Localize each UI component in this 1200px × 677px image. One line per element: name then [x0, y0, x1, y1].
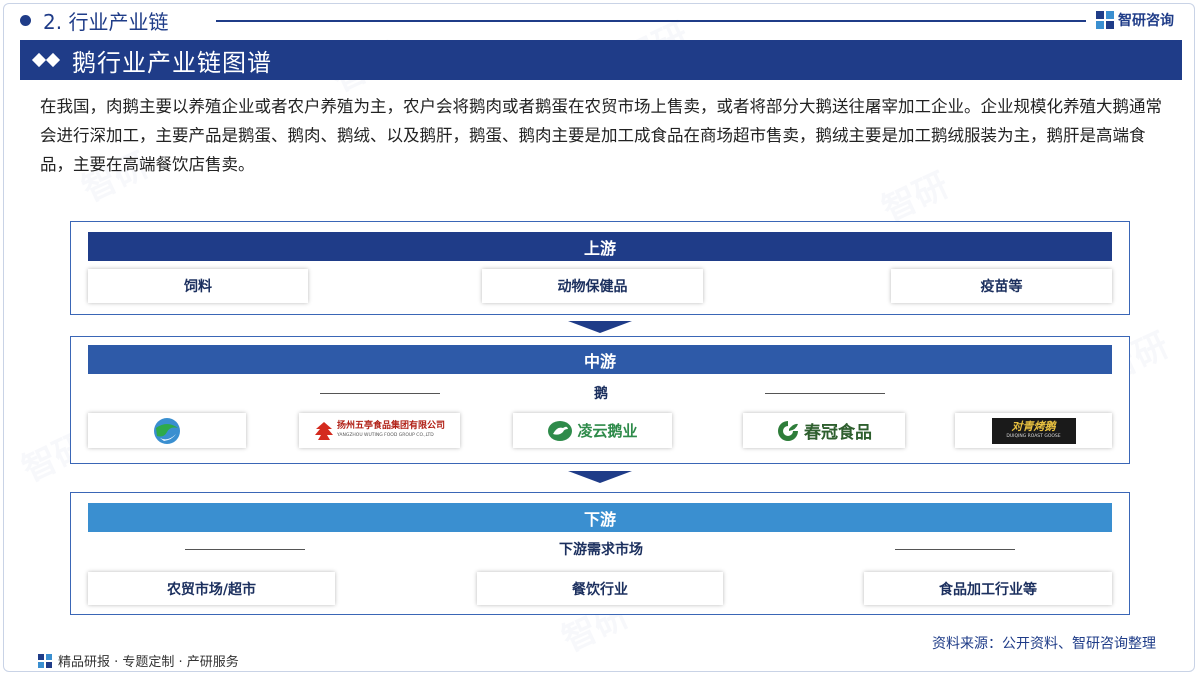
footer-tagline: 精品研报 · 专题定制 · 产研服务 — [38, 651, 239, 670]
company-name-en: DUIQING ROAST GOOSE — [1006, 434, 1061, 439]
company-name: 扬州五亭食品集团有限公司 — [336, 420, 445, 431]
upstream-item: 疫苗等 — [891, 269, 1112, 303]
midstream-header: 中游 — [88, 345, 1112, 374]
company-name: 对青烤鹅 — [1011, 420, 1056, 433]
diamond-icon — [45, 52, 61, 68]
company-name: 春冠食品 — [804, 423, 872, 443]
company-logo-card: 扬州五亭食品集团有限公司 YANGZHOU WUTING FOOD GROUP … — [299, 413, 460, 448]
bullet-dot-icon — [20, 14, 31, 26]
downstream-item: 食品加工行业等 — [864, 572, 1112, 605]
upstream-header: 上游 — [88, 232, 1112, 261]
down-arrow-icon — [568, 471, 632, 483]
down-arrow-icon — [568, 321, 632, 333]
upstream-item: 饲料 — [88, 269, 308, 303]
diamond-icon — [31, 52, 47, 68]
leaf-logo-icon — [778, 420, 798, 441]
divider-line — [185, 549, 305, 550]
banner-title: 鹅行业产业链图谱 — [72, 48, 272, 77]
downstream-item: 餐饮行业 — [477, 572, 723, 605]
duiqing-logo-icon: 对青烤鹅 DUIQING ROAST GOOSE — [991, 417, 1076, 444]
brand-logo: 智研咨询 — [1096, 8, 1174, 32]
divider-line — [320, 393, 440, 394]
downstream-item: 农贸市场/超市 — [88, 572, 335, 605]
company-name-en: YANGZHOU WUTING FOOD GROUP CO.,LTD — [336, 432, 434, 438]
brand-mark-icon — [38, 653, 52, 668]
company-logo-card: 春冠食品 — [743, 413, 905, 448]
company-name: 凌云鹅业 — [577, 422, 638, 440]
title-banner: 鹅行业产业链图谱 — [20, 40, 1182, 80]
midstream-section: 中游 鹅 扬州五亭食品集团有限公司 YANGZHOU WUTING FOOD G… — [70, 336, 1130, 464]
goose-logo-icon — [548, 420, 573, 441]
upstream-item: 动物保健品 — [482, 269, 703, 303]
pagoda-logo-icon — [314, 421, 333, 440]
footer-text: 精品研报 · 专题定制 · 产研服务 — [58, 655, 239, 670]
brand-name: 智研咨询 — [1118, 13, 1174, 29]
section-heading: 2. 行业产业链 — [20, 7, 169, 34]
source-note: 资料来源：公开资料、智研咨询整理 — [932, 636, 1156, 652]
midstream-subtitle: 鹅 — [594, 386, 608, 402]
description-paragraph: 在我国，肉鹅主要以养殖企业或者农户养殖为主，农户会将鹅肉或者鹅蛋在农贸市场上售卖… — [40, 97, 1162, 174]
downstream-section: 下游 下游需求市场 农贸市场/超市 餐饮行业 食品加工行业等 — [70, 492, 1130, 615]
company-logo-card — [88, 413, 246, 448]
company-logo-card: 对青烤鹅 DUIQING ROAST GOOSE — [955, 413, 1112, 448]
downstream-header: 下游 — [88, 503, 1112, 532]
brand-mark-icon — [1096, 11, 1114, 29]
upstream-section: 上游 饲料 动物保健品 疫苗等 — [70, 221, 1130, 315]
divider-line — [765, 393, 885, 394]
header-divider — [216, 20, 1086, 22]
globe-logo-icon — [154, 417, 180, 444]
section-title: 2. 行业产业链 — [43, 9, 169, 34]
divider-line — [895, 549, 1015, 550]
downstream-subtitle: 下游需求市场 — [559, 542, 643, 558]
company-logo-card: 凌云鹅业 — [513, 413, 672, 448]
